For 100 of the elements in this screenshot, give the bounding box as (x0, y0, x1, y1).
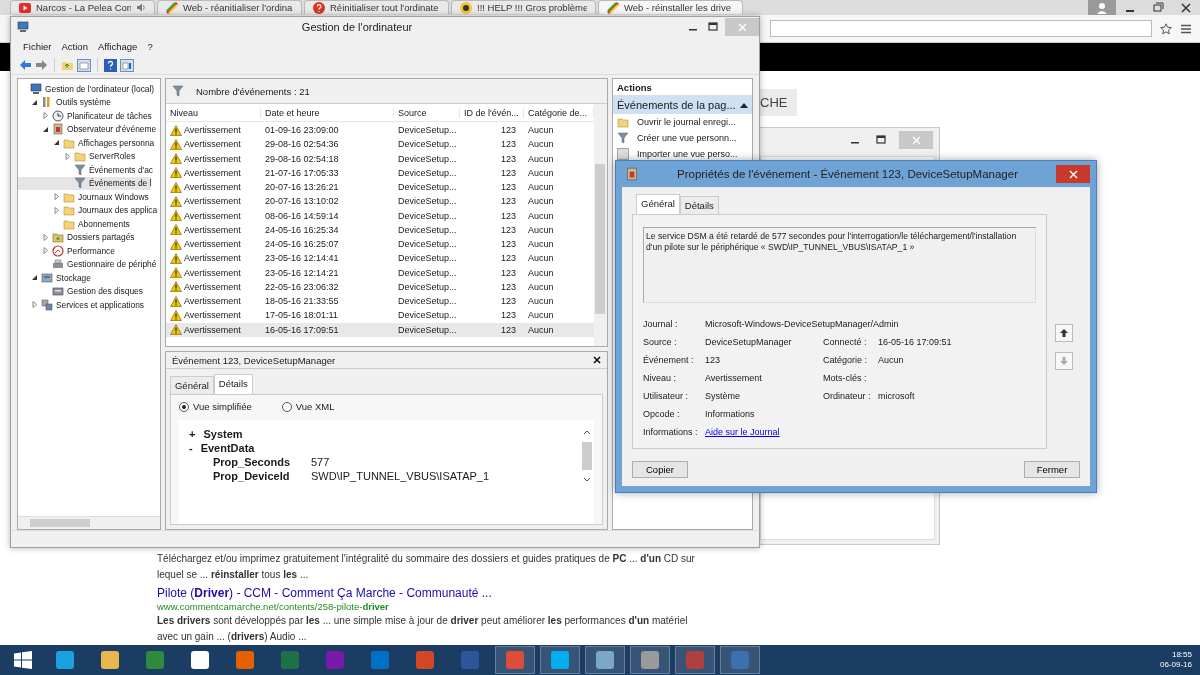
close-button[interactable] (1056, 165, 1090, 183)
event-row[interactable]: Avertissement 20-07-16 13:10:02 DeviceSetup... 123 Aucun (166, 194, 594, 209)
tree-item[interactable]: ServerRoles (18, 149, 136, 163)
radio-button[interactable] (281, 401, 292, 412)
radio-label[interactable]: Vue simplifiée (193, 401, 252, 412)
scroll-down-icon[interactable] (582, 476, 592, 484)
action-link[interactable]: Créer une vue personn... (613, 130, 752, 146)
tree-item[interactable]: Gestion des disques (18, 284, 143, 298)
help-link[interactable]: Aide sur le Journal (705, 427, 780, 437)
tree-item[interactable]: Journaux des applica (18, 203, 158, 217)
console-tree-icon[interactable] (77, 58, 91, 72)
column-header[interactable]: ID de l'évén... (460, 107, 524, 118)
event-row[interactable]: Avertissement 17-05-16 18:01:11 DeviceSetup... 123 Aucun (166, 308, 594, 323)
event-row[interactable]: Avertissement 21-07-16 17:05:33 DeviceSetup... 123 Aucun (166, 165, 594, 180)
tree-item[interactable]: Stockage (18, 271, 91, 285)
tree-item[interactable]: Dossiers partagés (18, 230, 135, 244)
event-row[interactable]: Avertissement 22-05-16 23:06:32 DeviceSetup... 123 Aucun (166, 279, 594, 294)
tree-item[interactable]: Gestion de l'ordinateur (local) (18, 82, 155, 96)
event-row[interactable]: Avertissement 08-06-16 14:59:14 DeviceSetup... 123 Aucun (166, 208, 594, 223)
menu-item[interactable]: Fichier (23, 41, 52, 52)
action-pane-icon[interactable] (120, 58, 134, 72)
expanded-arrow-icon[interactable] (42, 125, 49, 133)
tab[interactable]: Détails (213, 374, 253, 394)
close-icon[interactable] (593, 356, 601, 364)
table-cell-text: 123 (499, 210, 517, 221)
radio-label[interactable]: Vue XML (295, 401, 335, 412)
scroll-up-icon[interactable] (582, 428, 592, 436)
tree-item[interactable]: Gestionnaire de périphé (18, 257, 157, 271)
event-row[interactable]: Avertissement 20-07-16 13:26:21 DeviceSetup... 123 Aucun (166, 180, 594, 195)
search-button[interactable]: CHE (760, 89, 797, 116)
expand-sign[interactable]: + (189, 428, 196, 440)
help-icon[interactable] (104, 58, 117, 72)
event-row[interactable]: Avertissement 23-05-16 12:14:21 DeviceSetup... 123 Aucun (166, 265, 594, 280)
action-link[interactable]: Importer une vue perso... (613, 146, 752, 162)
column-header[interactable]: Niveau (166, 107, 261, 118)
expanded-arrow-icon[interactable] (31, 98, 38, 106)
event-row[interactable]: Avertissement 24-05-16 16:25:07 DeviceSetup... 123 Aucun (166, 237, 594, 252)
up-folder-icon[interactable] (61, 59, 74, 71)
tree-item[interactable]: Événements d'ac (18, 163, 153, 177)
event-row[interactable]: Avertissement 18-05-16 21:33:55 DeviceSetup... 123 Aucun (166, 294, 594, 309)
property-name: Prop_DeviceId (213, 470, 291, 482)
collapsed-arrow-icon[interactable] (42, 247, 49, 255)
collapsed-arrow-icon[interactable] (53, 193, 60, 201)
tree-item[interactable]: Services et applications (18, 298, 144, 312)
horizontal-scrollbar[interactable] (18, 516, 160, 529)
event-row[interactable]: Avertissement 23-05-16 12:14:41 DeviceSetup... 123 Aucun (166, 251, 594, 266)
browser-tab[interactable]: Réinitialiser tout l'ordinate (304, 0, 449, 14)
browser-tab[interactable]: !!! HELP !!! Gros problème (451, 0, 596, 14)
tree-item[interactable]: Observateur d'événeme (18, 122, 157, 136)
browser-tab[interactable]: Web - réanitialiser l'ordina (157, 0, 302, 14)
column-header[interactable]: Source (394, 107, 460, 118)
radio-button[interactable] (179, 401, 189, 412)
tree-item[interactable]: Journaux Windows (18, 190, 149, 204)
expanded-arrow-icon[interactable] (31, 274, 38, 282)
tree-item[interactable]: Outils système (18, 95, 111, 109)
event-row[interactable]: Avertissement 01-09-16 23:09:00 DeviceSetup... 123 Aucun (166, 123, 594, 138)
maximize-icon[interactable] (708, 22, 718, 32)
event-row[interactable]: Avertissement 24-05-16 16:25:34 DeviceSetup... 123 Aucun (166, 222, 594, 237)
action-link[interactable]: Ouvrir le journal enregi... (613, 114, 752, 130)
maximize-icon[interactable] (876, 135, 886, 145)
event-row[interactable]: Avertissement 29-08-16 02:54:36 DeviceSetup... 123 Aucun (166, 137, 594, 152)
menu-icon[interactable] (1180, 22, 1192, 35)
vertical-scrollbar[interactable] (594, 104, 607, 346)
tree-item[interactable]: Affichages personna (18, 136, 155, 150)
browser-tab[interactable]: Narcos - La Pelea Con (10, 0, 155, 14)
tree-item[interactable]: Événements de l (18, 176, 152, 190)
result-link[interactable]: Pilote (Driver) - CCM - Comment Ça Marche - Communauté ... (157, 585, 697, 601)
tree-item[interactable]: Planificateur de tâches (18, 109, 152, 123)
forward-arrow-icon[interactable] (35, 59, 48, 71)
collapsed-arrow-icon[interactable] (64, 152, 71, 160)
menu-item[interactable]: Action (61, 41, 88, 52)
collapsed-arrow-icon[interactable] (31, 301, 38, 309)
collapsed-arrow-icon[interactable] (42, 233, 49, 241)
event-row[interactable]: Avertissement 16-05-16 17:09:51 DeviceSetup... 123 Aucun (166, 322, 594, 337)
computer-icon (30, 82, 42, 95)
tab[interactable]: Détails (679, 196, 719, 214)
tab[interactable]: Général (636, 194, 680, 214)
expanded-arrow-icon[interactable] (53, 139, 60, 147)
star-icon[interactable] (1160, 22, 1172, 35)
tree-item[interactable]: Abonnements (18, 217, 130, 231)
event-row[interactable]: Avertissement 29-08-16 02:54:18 DeviceSetup... 123 Aucun (166, 151, 594, 166)
expand-sign[interactable]: - (189, 442, 193, 454)
dialog-button[interactable]: Copier (632, 461, 688, 478)
column-header[interactable]: Catégorie de... (524, 107, 594, 118)
collapsed-arrow-icon[interactable] (42, 112, 49, 120)
back-arrow-icon[interactable] (19, 59, 32, 71)
table-cell-text: DeviceSetup... (397, 253, 458, 264)
tab[interactable]: Général (170, 376, 214, 394)
up-arrow-icon (1059, 328, 1069, 338)
browser-tab[interactable]: Web - réinstaller les drive (598, 0, 743, 14)
dialog-button[interactable]: Fermer (1024, 461, 1080, 478)
menu-item[interactable]: ? (147, 41, 153, 52)
actions-section[interactable]: Événements de la pag... (613, 96, 752, 114)
collapsed-arrow-icon[interactable] (53, 206, 60, 214)
previous-button[interactable] (1055, 324, 1073, 342)
table-cell-text: 24-05-16 16:25:07 (264, 239, 340, 250)
tree-item[interactable]: Performance (18, 244, 115, 258)
column-header[interactable]: Date et heure (261, 107, 394, 118)
menu-item[interactable]: Affichage (97, 41, 138, 52)
collapse-caret-icon[interactable] (740, 102, 748, 108)
